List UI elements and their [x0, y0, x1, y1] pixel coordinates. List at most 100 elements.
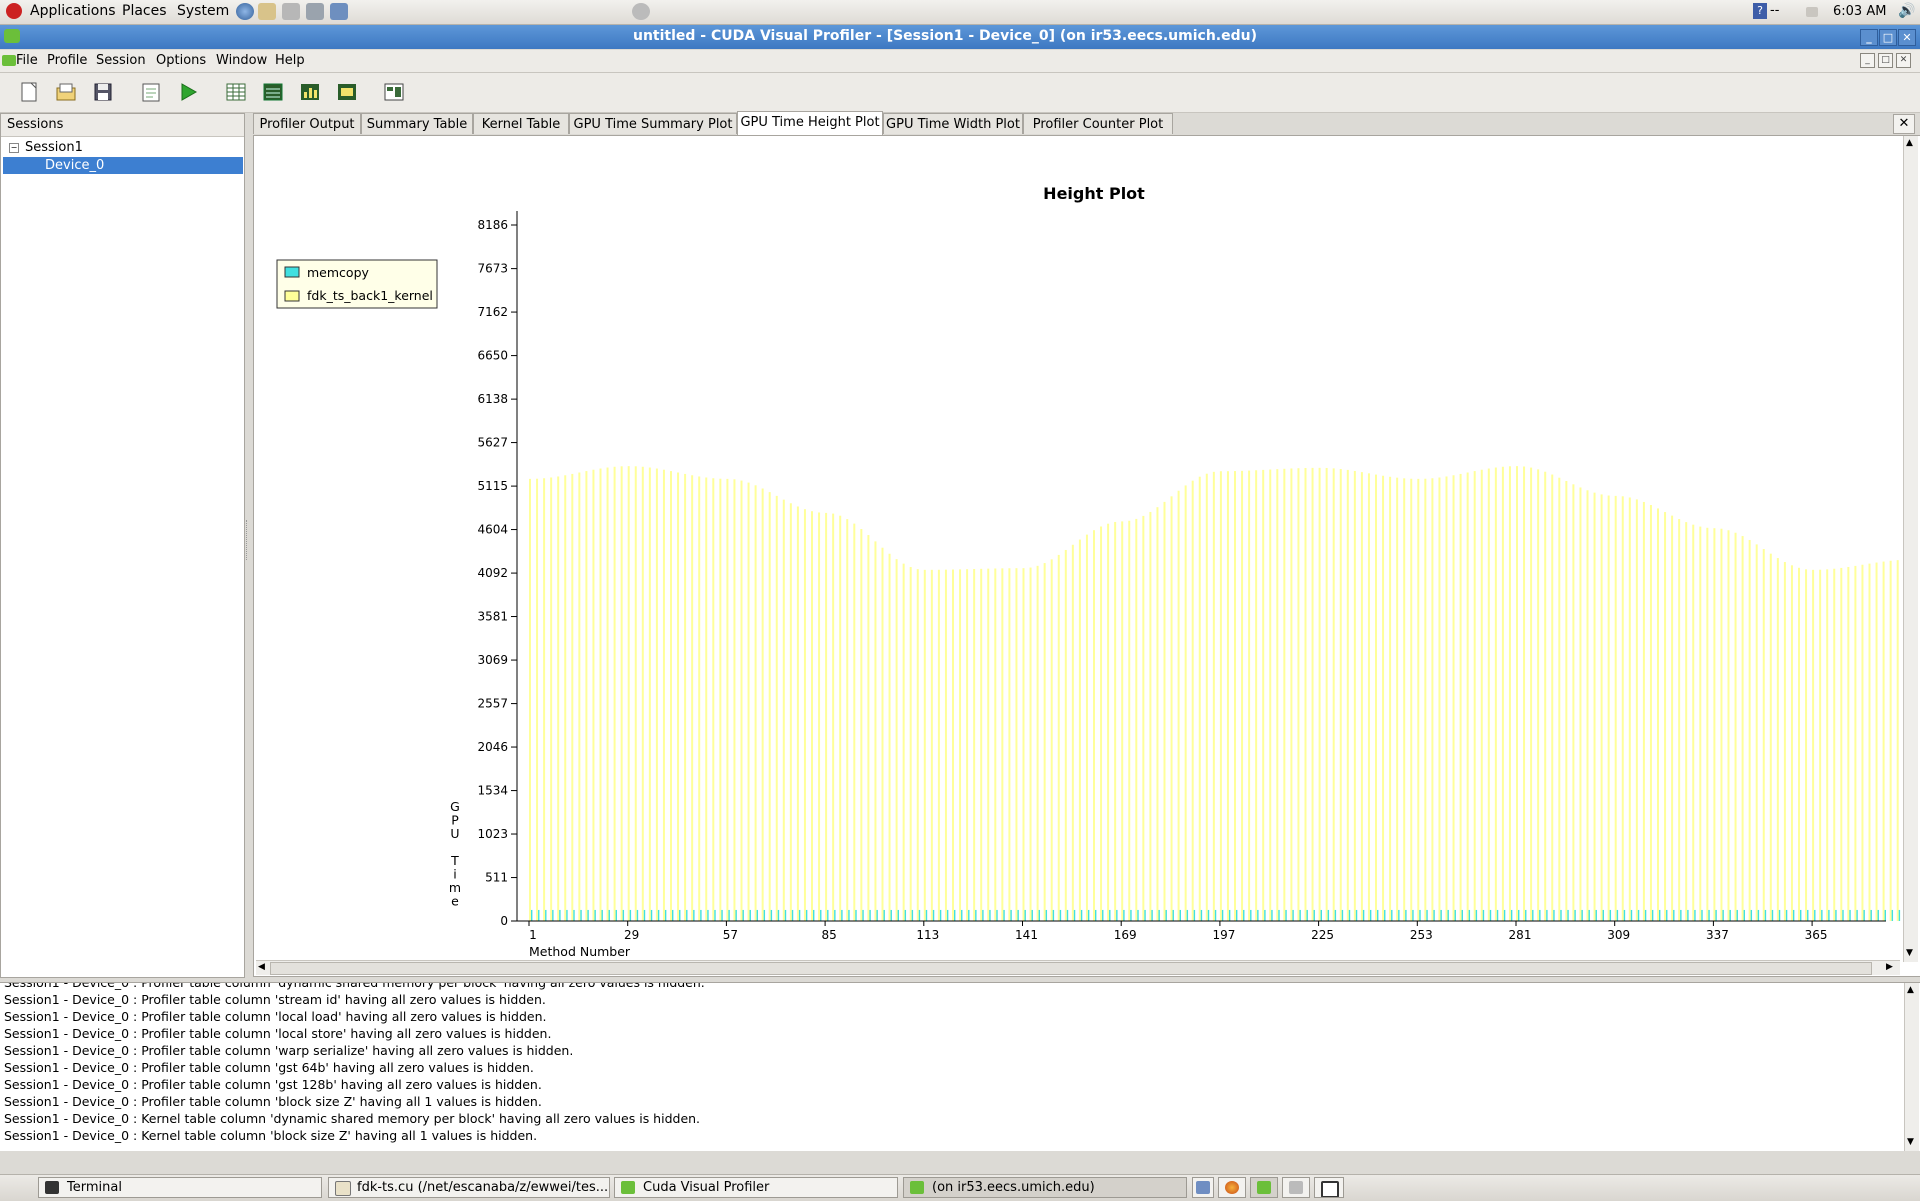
editor-launcher-icon[interactable] — [282, 3, 300, 20]
redhat-logo-icon[interactable] — [6, 3, 22, 19]
memcopy-bar — [1589, 910, 1590, 921]
menu-help[interactable]: Help — [275, 53, 305, 68]
scroll-thumb[interactable] — [270, 962, 1872, 975]
places-menu[interactable]: Places — [122, 3, 167, 19]
applications-menu[interactable]: Applications — [30, 3, 116, 19]
maximize-icon[interactable]: □ — [1879, 29, 1897, 46]
memcopy-bar — [1215, 910, 1216, 921]
close-tab-icon[interactable]: ✕ — [1893, 114, 1915, 134]
memcopy-bar — [1659, 910, 1660, 921]
volume-icon[interactable]: 🔊 — [1898, 3, 1915, 19]
splitter-handle[interactable] — [246, 520, 251, 560]
mdi-restore-icon[interactable]: □ — [1878, 53, 1893, 68]
kernel-bar — [1516, 466, 1518, 921]
log-line: Session1 - Device_0 : Kernel table colum… — [0, 1128, 1920, 1145]
log-scroll-up-icon[interactable]: ▲ — [1907, 985, 1914, 995]
memcopy-bars — [531, 241, 1904, 921]
log-vertical-scrollbar[interactable]: ▲ ▼ — [1904, 983, 1919, 1151]
browser-launcher-icon[interactable] — [236, 3, 254, 20]
save-session-button[interactable] — [90, 79, 116, 105]
mdi-close-icon[interactable]: ✕ — [1896, 53, 1911, 68]
y-tick-label: 3581 — [477, 610, 508, 624]
session-label[interactable]: Session1 — [25, 140, 83, 155]
network-launcher-icon[interactable] — [306, 3, 324, 20]
tab-gpu-time-width-plot[interactable]: GPU Time Width Plot — [883, 113, 1023, 134]
kernel-bar — [1241, 471, 1243, 921]
menu-file[interactable]: File — [16, 53, 38, 68]
tray-record-button[interactable] — [1282, 1177, 1310, 1198]
height-plot-button[interactable] — [334, 79, 360, 105]
open-session-button[interactable] — [53, 79, 79, 105]
toolbar — [0, 73, 1920, 113]
system-menu[interactable]: System — [177, 3, 229, 19]
profiler-table-button[interactable] — [223, 79, 249, 105]
kernel-bar — [896, 559, 898, 921]
new-session-button[interactable] — [16, 79, 42, 105]
kernel-bar — [670, 471, 672, 921]
kernel-bar — [1044, 563, 1046, 921]
device-tree-item[interactable]: Device_0 — [3, 157, 243, 174]
window-title-bar[interactable]: untitled - CUDA Visual Profiler - [Sessi… — [0, 25, 1920, 49]
menu-options[interactable]: Options — [156, 53, 206, 68]
menu-profile[interactable]: Profile — [47, 53, 87, 68]
start-profiling-button[interactable] — [175, 79, 201, 105]
log-line: Session1 - Device_0 : Profiler table col… — [0, 1043, 1920, 1060]
kernel-bar — [1114, 522, 1116, 921]
scroll-left-icon[interactable]: ◀ — [258, 962, 265, 972]
log-scroll-down-icon[interactable]: ▼ — [1907, 1137, 1914, 1147]
tab-summary-table[interactable]: Summary Table — [361, 113, 473, 134]
tab-profiler-counter-plot[interactable]: Profiler Counter Plot — [1023, 113, 1173, 134]
mdi-minimize-icon[interactable]: _ — [1860, 53, 1875, 68]
plot-vertical-scrollbar[interactable]: ▲ ▼ — [1903, 136, 1918, 962]
kernel-bar — [1749, 540, 1751, 921]
task-cuda-profiler[interactable]: Cuda Visual Profiler — [614, 1177, 898, 1198]
tray-help-button[interactable] — [1192, 1177, 1214, 1198]
scroll-down-icon[interactable]: ▼ — [1906, 948, 1913, 958]
task-editor[interactable]: fdk-ts.cu (/net/escanaba/z/ewwei/tes... — [328, 1177, 610, 1198]
tab-gpu-time-summary-plot[interactable]: GPU Time Summary Plot — [569, 113, 737, 134]
notes-launcher-icon[interactable] — [330, 3, 348, 20]
show-desktop-button[interactable] — [1314, 1177, 1344, 1198]
memcopy-bar — [559, 910, 560, 921]
session-settings-button[interactable] — [138, 79, 164, 105]
memcopy-bar — [630, 910, 631, 921]
kernel-bar — [1601, 494, 1603, 921]
close-icon[interactable]: ✕ — [1898, 29, 1916, 46]
scroll-right-icon[interactable]: ▶ — [1886, 962, 1893, 972]
task-remote-window[interactable]: (on ir53.eecs.umich.edu) — [903, 1177, 1187, 1198]
tray-firefox-button[interactable] — [1218, 1177, 1246, 1198]
help-icon[interactable]: ? — [1753, 3, 1767, 19]
memcopy-bar — [1730, 910, 1731, 921]
x-tick-label: 281 — [1509, 928, 1532, 942]
notification-icon[interactable] — [632, 3, 650, 20]
kernel-table-button[interactable] — [260, 79, 286, 105]
memcopy-bar — [1687, 910, 1688, 921]
tab-kernel-table[interactable]: Kernel Table — [473, 113, 569, 134]
clock[interactable]: 6:03 AM — [1833, 4, 1886, 19]
task-terminal[interactable]: Terminal — [38, 1177, 322, 1198]
summary-plot-button[interactable] — [297, 79, 323, 105]
terminal-icon — [45, 1181, 59, 1194]
kernel-bar — [973, 569, 975, 921]
tray-profiler-button[interactable] — [1250, 1177, 1278, 1198]
help-badge: -- — [1770, 3, 1779, 18]
tab-gpu-time-height-plot[interactable]: GPU Time Height Plot — [737, 111, 883, 135]
plot-horizontal-scrollbar[interactable]: ◀ ▶ — [256, 960, 1900, 975]
kernel-bar — [832, 514, 834, 921]
memcopy-bar — [587, 910, 588, 921]
scroll-up-icon[interactable]: ▲ — [1906, 138, 1913, 148]
tab-profiler-output[interactable]: Profiler Output — [253, 113, 361, 134]
minimize-icon[interactable]: _ — [1860, 29, 1878, 46]
counter-plot-button[interactable] — [381, 79, 407, 105]
memcopy-bar — [1814, 910, 1815, 921]
menu-window[interactable]: Window — [216, 53, 267, 68]
menu-session[interactable]: Session — [96, 53, 146, 68]
x-tick-label: 113 — [916, 928, 939, 942]
memcopy-bar — [1377, 910, 1378, 921]
kernel-bar — [1290, 468, 1292, 921]
kernel-bar — [1255, 470, 1257, 921]
collapse-icon[interactable]: − — [9, 143, 19, 153]
kernel-bar — [1248, 471, 1250, 921]
tray-icon[interactable] — [1806, 7, 1818, 17]
mail-launcher-icon[interactable] — [258, 3, 276, 20]
